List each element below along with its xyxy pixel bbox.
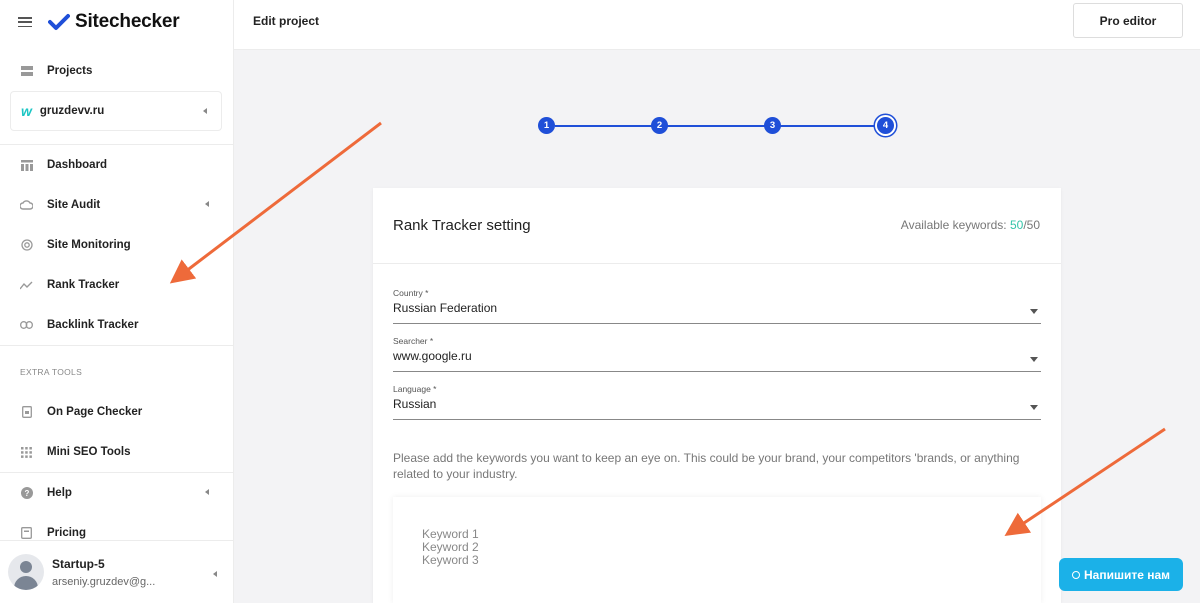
sidebar-item-site-audit[interactable]: Site Audit <box>0 185 233 225</box>
searcher-label: Searcher * <box>393 336 434 346</box>
sidebar-item-label: Site Audit <box>47 199 101 211</box>
chat-button[interactable]: Напишите нам <box>1059 558 1183 591</box>
chat-icon <box>1071 570 1080 579</box>
page-title: Edit project <box>253 14 320 28</box>
user-email: arseniy.gruzdev@g... <box>52 575 156 588</box>
extra-tools-heading: EXTRA TOOLS <box>20 367 83 377</box>
chat-label: Напишите нам <box>1083 567 1171 582</box>
country-label: Country * <box>393 288 429 298</box>
project-name: gruzdevv.ru <box>39 105 105 117</box>
sidebar-item-dashboard[interactable]: Dashboard <box>0 145 233 185</box>
step-1[interactable]: 1 <box>538 117 555 134</box>
country-value: Russian Federation <box>393 301 498 315</box>
keywords-textarea[interactable]: Keyword 1 Keyword 2 Keyword 3 <box>393 497 1041 603</box>
available-used: 50 <box>1009 218 1024 232</box>
keyword-placeholder: Keyword 2 <box>422 540 479 554</box>
sidebar-item-rank-tracker[interactable]: Rank Tracker <box>0 265 233 305</box>
logo-text[interactable]: Sitechecker <box>75 11 180 33</box>
language-value: Russian <box>393 397 437 411</box>
chevron-left-icon <box>213 571 217 577</box>
pricing-icon <box>20 527 33 540</box>
keyword-placeholder: Keyword 1 <box>422 527 479 541</box>
chevron-left-icon <box>205 201 209 207</box>
language-label: Language * <box>393 384 437 394</box>
sidebar-item-mini-seo-tools[interactable]: Mini SEO Tools <box>0 432 233 472</box>
user-menu[interactable]: Startup-5 arseniy.gruzdev@g... <box>0 540 233 603</box>
sidebar-item-site-monitoring[interactable]: Site Monitoring <box>0 225 233 265</box>
divider <box>373 263 1061 264</box>
language-select[interactable]: Language * Russian <box>393 384 1041 420</box>
logo-row: Sitechecker <box>0 0 233 44</box>
sidebar-item-label: Site Monitoring <box>47 239 131 251</box>
document-icon <box>20 406 33 419</box>
project-select[interactable]: w gruzdevv.ru <box>10 91 222 131</box>
searcher-select[interactable]: Searcher * www.google.ru <box>393 336 1041 372</box>
dashboard-icon <box>20 159 33 172</box>
sidebar-item-projects[interactable]: Projects <box>0 51 233 91</box>
pro-editor-button[interactable]: Pro editor <box>1073 3 1183 38</box>
user-plan: Startup-5 <box>52 556 105 571</box>
step-2[interactable]: 2 <box>651 117 668 134</box>
link-icon <box>20 319 33 332</box>
sidebar-item-help[interactable]: ? Help <box>0 473 233 513</box>
sidebar-item-backlink-tracker[interactable]: Backlink Tracker <box>0 305 233 345</box>
dropdown-arrow-icon <box>1030 405 1038 410</box>
help-icon: ? <box>20 487 33 500</box>
rank-tracker-card: Rank Tracker setting Available keywords:… <box>373 188 1061 603</box>
avatar <box>8 554 44 590</box>
logo-check-icon <box>48 14 70 30</box>
chevron-left-icon <box>203 108 207 114</box>
card-title: Rank Tracker setting <box>393 217 531 234</box>
keyword-placeholder: Keyword 3 <box>422 553 479 567</box>
searcher-value: www.google.ru <box>393 349 472 363</box>
stepper-line <box>555 125 885 127</box>
monitoring-icon <box>20 239 33 252</box>
step-4[interactable]: 4 <box>877 117 894 134</box>
sidebar-item-on-page-checker[interactable]: On Page Checker <box>0 392 233 432</box>
available-label: Available keywords: <box>900 218 1010 232</box>
topbar: Edit project Pro editor <box>234 0 1200 50</box>
country-select[interactable]: Country * Russian Federation <box>393 288 1041 324</box>
sidebar-item-label: Mini SEO Tools <box>47 446 131 458</box>
cloud-icon <box>20 199 33 212</box>
stepper: 1 2 3 4 <box>538 117 898 137</box>
projects-icon <box>20 65 33 78</box>
menu-icon[interactable] <box>18 17 32 27</box>
grid-icon <box>20 446 33 459</box>
divider <box>0 345 233 346</box>
sidebar: Sitechecker Projects w gruzdevv.ru Dashb… <box>0 0 234 603</box>
sidebar-item-label: Projects <box>47 65 93 77</box>
trend-icon <box>20 279 33 292</box>
sidebar-item-label: Dashboard <box>47 159 108 171</box>
project-logo-icon: w <box>21 103 32 119</box>
user-info: Startup-5 arseniy.gruzdev@g... <box>52 557 155 588</box>
sidebar-item-label: On Page Checker <box>47 406 143 418</box>
sidebar-item-label: Pricing <box>47 527 86 539</box>
chevron-left-icon <box>205 489 209 495</box>
sidebar-item-label: Backlink Tracker <box>47 319 139 331</box>
svg-text:?: ? <box>24 489 29 498</box>
dropdown-arrow-icon <box>1030 357 1038 362</box>
available-total: /50 <box>1023 218 1040 232</box>
dropdown-arrow-icon <box>1030 309 1038 314</box>
sidebar-item-label: Rank Tracker <box>47 279 120 291</box>
sidebar-item-label: Help <box>47 487 72 499</box>
step-3[interactable]: 3 <box>764 117 781 134</box>
keywords-helper-text: Please add the keywords you want to keep… <box>393 451 1020 481</box>
available-keywords: Available keywords: 50/50 <box>901 218 1040 232</box>
